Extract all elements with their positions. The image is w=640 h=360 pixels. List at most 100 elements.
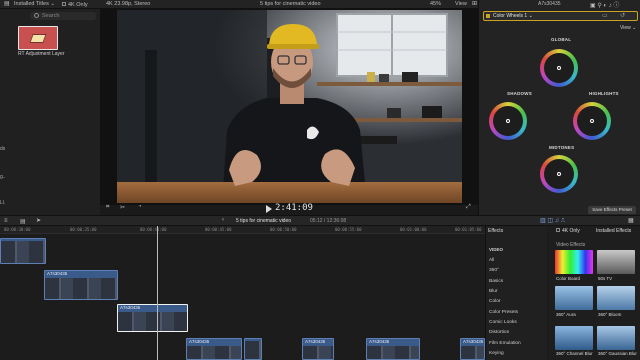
ruler-tick: 00:01:05:00: [455, 227, 482, 232]
wheel-puck[interactable]: [506, 119, 510, 123]
timeline-view-icons[interactable]: ▥ ◫ ♫ ⎍: [540, 217, 565, 225]
category-item[interactable]: Blur: [489, 289, 498, 294]
clip-name: A7s30435: [369, 339, 390, 344]
color-wheel-highlights[interactable]: [573, 102, 611, 140]
inspector-tab-icons[interactable]: ▣ ⚲ ◐ ♪ ⓘ: [590, 0, 619, 9]
viewer-view-menu[interactable]: View: [455, 1, 467, 7]
viewer-options-icon[interactable]: ⊞: [472, 0, 477, 7]
effect-thumb-360-channel-blur[interactable]: [555, 326, 593, 350]
effect-label: 360° Gaussian Blur: [598, 351, 637, 356]
category-item[interactable]: Comic Looks: [489, 320, 517, 325]
history-back-icon[interactable]: ‹: [222, 217, 224, 223]
search-placeholder: Search: [42, 13, 60, 19]
clip-appearance-icon[interactable]: ▤: [20, 218, 26, 225]
mask-icon[interactable]: ▭: [602, 12, 608, 19]
timeline-clip-selected[interactable]: A7s30435: [117, 304, 188, 332]
effect-selector-row[interactable]: Color Wheels 1 ⌄ ▭ ↺: [483, 11, 638, 21]
clip-filmstrip: [118, 312, 187, 331]
timeline-toolbar: ≡ ▤ ➤ ‹ 5 tips for cinematic video 05:12…: [0, 215, 640, 226]
category-item[interactable]: Keying: [489, 351, 504, 356]
color-wheel-shadows[interactable]: [489, 102, 527, 140]
sidebar-toggle-icon[interactable]: ▤: [4, 0, 10, 7]
clip-name: A7s30435: [120, 305, 141, 310]
wheel-puck[interactable]: [590, 119, 594, 123]
clip-filmstrip: [461, 346, 484, 359]
edge-text-1: ds: [0, 146, 6, 152]
clip-name: A7s30435: [305, 339, 326, 344]
clip-filmstrip: [367, 346, 419, 359]
edge-text-2: g..: [0, 174, 6, 180]
adjustment-layer-thumbnail[interactable]: [18, 26, 58, 50]
zoom-dropdown[interactable]: 45%: [430, 1, 441, 7]
index-icon[interactable]: ≡: [4, 218, 8, 224]
video-frame[interactable]: [117, 10, 462, 203]
timeline-clip[interactable]: A7s30435: [460, 338, 485, 360]
ruler-tick: 00:00:55:00: [335, 227, 362, 232]
effect-thumb-color-board[interactable]: [555, 250, 593, 274]
effects-browser-icon[interactable]: ▦: [628, 217, 634, 224]
wheel-puck[interactable]: [557, 66, 561, 70]
transform-tool-icon[interactable]: ⌗: [106, 204, 109, 211]
effect-enable-checkbox[interactable]: [486, 14, 490, 18]
viewer-timecode: 2:41:09: [275, 203, 313, 213]
installed-effects-dropdown[interactable]: Installed Effects: [596, 228, 631, 234]
effect-thumb-360-bloom[interactable]: [597, 286, 635, 310]
effect-label: 360° Bloom: [598, 312, 622, 317]
effect-thumb-360-aura[interactable]: [555, 286, 593, 310]
effect-label: 360° Channel Blur: [556, 351, 593, 356]
color-wheel-global[interactable]: [540, 49, 578, 87]
category-item[interactable]: Color: [489, 299, 500, 304]
edge-text-3: LI.: [0, 200, 6, 206]
fullscreen-icon[interactable]: ⤢: [466, 204, 471, 211]
filter-4k-checkbox[interactable]: 4K Only: [62, 1, 88, 8]
timeline-clip[interactable]: A7s30435: [44, 270, 118, 300]
timeline-clip[interactable]: [244, 338, 262, 360]
ruler-tick: 00:01:00:00: [400, 227, 427, 232]
browser-dropdown[interactable]: Installed Titles ⌄: [14, 1, 55, 7]
timeline-clip[interactable]: A7s30435: [186, 338, 242, 360]
retime-icon[interactable]: ◔: [138, 204, 142, 210]
effects-panel-title: Effects: [488, 228, 504, 234]
crop-tool-icon[interactable]: ✂: [120, 204, 125, 211]
filter-4k-label: 4K Only: [68, 2, 88, 8]
play-button[interactable]: [266, 205, 272, 213]
search-input[interactable]: Search: [30, 12, 96, 20]
effect-label: 360° Aura: [556, 312, 576, 317]
color-wheel-midtones[interactable]: [540, 155, 578, 193]
video-effects-heading: Video Effects: [556, 242, 586, 248]
wheel-label-highlights: HIGHLIGHTS: [589, 91, 619, 96]
ruler-tick: 00:00:30:00: [4, 227, 31, 232]
category-item[interactable]: Distortion: [489, 330, 509, 335]
search-icon: [34, 13, 39, 18]
category-item[interactable]: Basics: [489, 279, 503, 284]
timeline-clip[interactable]: A7s30435: [302, 338, 334, 360]
clip-format-info: 4K 23.98p, Stereo: [106, 1, 151, 7]
category-item[interactable]: 360°: [489, 268, 499, 273]
category-heading-video: VIDEO: [489, 247, 504, 252]
category-item[interactable]: Film Emulation: [489, 341, 521, 346]
timeline-clip[interactable]: A7s30435: [366, 338, 420, 360]
inspector-view-menu[interactable]: View ⌄: [620, 25, 636, 31]
effects-4k-filter[interactable]: 4K Only: [556, 228, 580, 234]
effect-selector[interactable]: Color Wheels 1 ⌄: [493, 13, 533, 19]
save-effects-preset-button[interactable]: Save Effects Preset: [588, 206, 636, 214]
inspector-clip-name: A7s30435: [538, 1, 561, 7]
wheel-label-shadows: SHADOWS: [507, 91, 532, 96]
ruler-tick: 00:00:50:00: [270, 227, 297, 232]
effect-thumb-360-gaussian-blur[interactable]: [597, 326, 635, 350]
category-item[interactable]: Color Presets: [489, 310, 518, 315]
layer-icon: [29, 34, 47, 43]
clip-filmstrip: [187, 346, 241, 359]
adjustment-layer-label: RT Adjustment Layer: [18, 51, 65, 57]
wheel-label-global: GLOBAL: [551, 37, 572, 42]
wheel-label-midtones: MIDTONES: [549, 145, 575, 150]
project-title: 5 tips for cinematic video: [260, 1, 321, 7]
select-tool-icon[interactable]: ➤: [36, 217, 41, 224]
effect-thumb-50s-tv[interactable]: [597, 250, 635, 274]
playhead[interactable]: [157, 226, 158, 360]
wheel-puck[interactable]: [557, 172, 561, 176]
clip-filmstrip: [303, 346, 333, 359]
category-item[interactable]: All: [489, 258, 494, 263]
reset-icon[interactable]: ↺: [620, 12, 625, 19]
timeline-clip[interactable]: [0, 238, 46, 264]
